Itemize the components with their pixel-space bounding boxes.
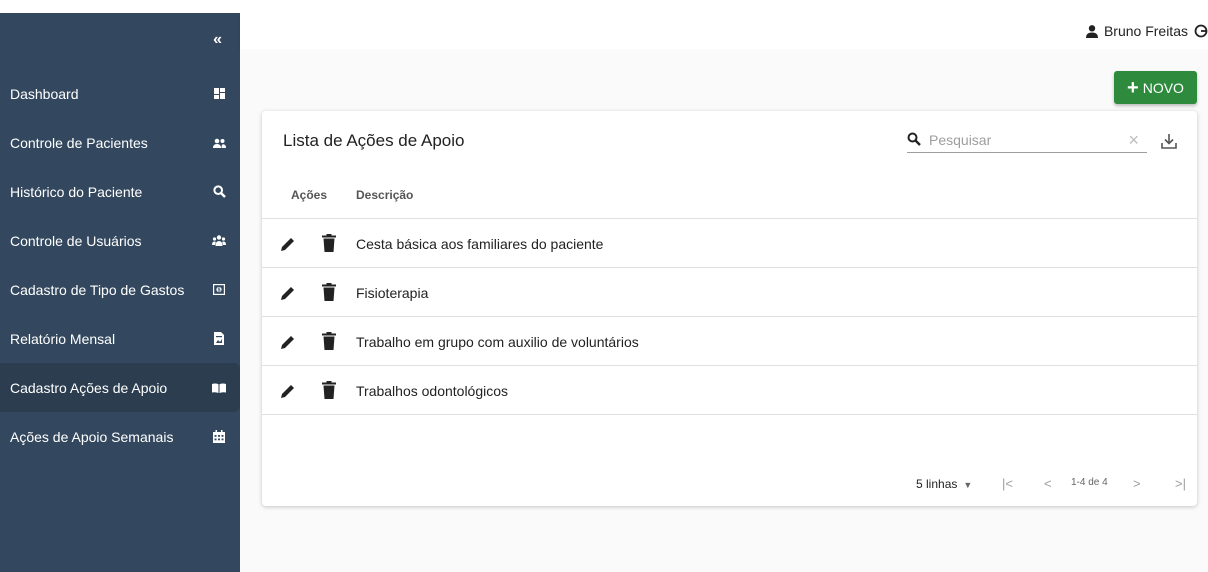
- user-name: Bruno Freitas: [1103, 23, 1188, 39]
- next-page-button[interactable]: >: [1133, 476, 1141, 491]
- sidebar-item-acoes-semanais[interactable]: Ações de Apoio Semanais: [0, 412, 240, 461]
- table-row: Trabalho em grupo com auxilio de voluntá…: [262, 317, 1197, 366]
- users-icon: [212, 136, 226, 150]
- table-card: Lista de Ações de Apoio × Ações Descriçã…: [262, 111, 1197, 506]
- rows-per-page-label: 5 linhas: [916, 477, 958, 491]
- new-button-label: NOVO: [1142, 79, 1184, 96]
- row-description: Cesta básica aos familiares do paciente: [356, 236, 604, 252]
- sidebar-item-dashboard[interactable]: Dashboard: [0, 69, 240, 118]
- row-description: Trabalhos odontológicos: [356, 383, 509, 399]
- column-header-acoes: Ações: [291, 188, 328, 202]
- user-icon: [1085, 24, 1098, 38]
- sidebar-item-label: Dashboard: [10, 85, 79, 102]
- card-title: Lista de Ações de Apoio: [283, 131, 465, 150]
- collapse-sidebar-button[interactable]: «: [213, 31, 222, 49]
- first-page-button[interactable]: |<: [1002, 476, 1013, 491]
- table-row: Cesta básica aos familiares do paciente: [262, 219, 1197, 268]
- row-description: Trabalho em grupo com auxilio de voluntá…: [356, 334, 639, 350]
- pagination: 5 linhas ▼ |< < 1-4 de 4 > >|: [907, 475, 1197, 495]
- edit-icon[interactable]: [279, 235, 297, 253]
- delete-icon[interactable]: [322, 381, 336, 399]
- sidebar-item-acoes-apoio[interactable]: Cadastro Ações de Apoio: [0, 363, 240, 412]
- calendar-icon: [212, 430, 226, 444]
- search-field: ×: [907, 128, 1147, 153]
- table-row: Fisioterapia: [262, 268, 1197, 317]
- sidebar-item-label: Histórico do Paciente: [10, 183, 143, 200]
- sidebar-item-historico-paciente[interactable]: Histórico do Paciente: [0, 167, 240, 216]
- column-header-descricao[interactable]: Descrição: [356, 188, 413, 202]
- search-icon: [907, 132, 923, 148]
- search-input[interactable]: [929, 132, 1109, 148]
- edit-icon[interactable]: [279, 284, 297, 302]
- delete-icon[interactable]: [322, 234, 336, 252]
- dashboard-icon: [212, 87, 226, 101]
- plus-icon: +: [1127, 76, 1139, 99]
- sidebar-item-label: Ações de Apoio Semanais: [10, 428, 174, 445]
- sidebar-nav: Dashboard Controle de Pacientes Históric…: [0, 69, 240, 461]
- new-button[interactable]: + NOVO: [1114, 71, 1197, 104]
- sidebar-item-label: Controle de Pacientes: [10, 134, 148, 151]
- money-icon: $: [212, 283, 226, 297]
- rows-per-page-select[interactable]: 5 linhas ▼: [916, 477, 972, 491]
- chevron-down-icon: ▼: [963, 480, 973, 490]
- last-page-button[interactable]: >|: [1175, 476, 1186, 491]
- row-description: Fisioterapia: [356, 285, 429, 301]
- sidebar-item-relatorio-mensal[interactable]: Relatório Mensal: [0, 314, 240, 363]
- sidebar: « Dashboard Controle de Pacientes Histór…: [0, 13, 240, 572]
- logout-icon[interactable]: [1194, 24, 1208, 38]
- delete-icon[interactable]: [322, 332, 336, 350]
- sidebar-item-controle-usuarios[interactable]: Controle de Usuários: [0, 216, 240, 265]
- delete-icon[interactable]: [322, 283, 336, 301]
- edit-icon[interactable]: [279, 333, 297, 351]
- sidebar-item-label: Relatório Mensal: [10, 330, 116, 347]
- export-icon[interactable]: [1160, 132, 1178, 150]
- sidebar-item-label: Controle de Usuários: [10, 232, 142, 249]
- page-info: 1-4 de 4: [1071, 477, 1108, 488]
- top-bar: Bruno Freitas: [240, 13, 1208, 49]
- table-row: Trabalhos odontológicos: [262, 366, 1197, 415]
- sidebar-item-label: Cadastro de Tipo de Gastos: [10, 281, 185, 298]
- users-cog-icon: [212, 234, 226, 248]
- user-menu[interactable]: Bruno Freitas: [1085, 23, 1208, 39]
- sidebar-item-controle-pacientes[interactable]: Controle de Pacientes: [0, 118, 240, 167]
- svg-text:$: $: [218, 287, 221, 293]
- book-icon: [212, 381, 226, 395]
- search-icon: [212, 185, 226, 199]
- table-header: Ações Descrição: [262, 171, 1197, 219]
- report-icon: [212, 332, 226, 346]
- edit-icon[interactable]: [279, 382, 297, 400]
- previous-page-button[interactable]: <: [1044, 476, 1052, 491]
- sidebar-item-tipo-gastos[interactable]: Cadastro de Tipo de Gastos $: [0, 265, 240, 314]
- sidebar-item-label: Cadastro Ações de Apoio: [10, 379, 168, 396]
- clear-search-icon[interactable]: ×: [1128, 130, 1139, 151]
